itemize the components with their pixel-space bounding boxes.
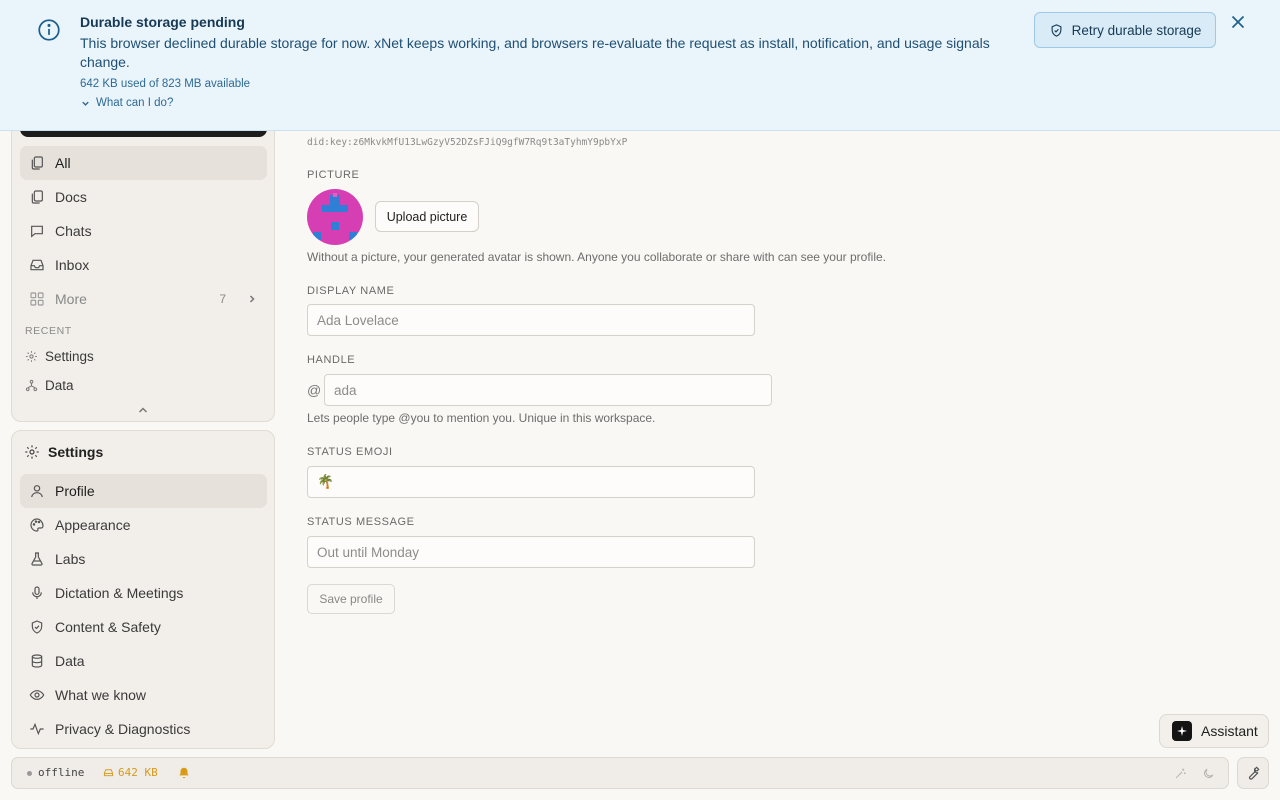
chevron-right-icon xyxy=(246,293,258,305)
status-message-label: STATUS MESSAGE xyxy=(307,516,415,528)
upload-picture-button[interactable]: Upload picture xyxy=(375,201,479,232)
shield-icon xyxy=(29,619,45,635)
moon-icon[interactable] xyxy=(1202,767,1215,780)
assistant-label: Assistant xyxy=(1201,723,1258,739)
chevron-up-icon[interactable] xyxy=(136,404,150,416)
picture-help-text: Without a picture, your generated avatar… xyxy=(307,250,886,264)
recent-item-data[interactable]: Data xyxy=(25,378,74,393)
sparkle-icon xyxy=(1172,721,1192,741)
palette-icon xyxy=(29,517,45,533)
settings-item-appearance[interactable]: Appearance xyxy=(20,508,267,542)
handle-label: HANDLE xyxy=(307,354,356,366)
storage-icon xyxy=(103,767,114,778)
settings-title: Settings xyxy=(48,444,104,460)
chevron-down-icon xyxy=(80,98,91,109)
settings-item-label: Privacy & Diagnostics xyxy=(55,721,191,737)
wrench-icon[interactable] xyxy=(1237,757,1269,789)
assistant-button[interactable]: Assistant xyxy=(1159,714,1269,748)
nav-item-more[interactable]: More 7 xyxy=(20,282,267,316)
display-name-input[interactable] xyxy=(307,304,755,336)
retry-durable-storage-label: Retry durable storage xyxy=(1071,22,1202,38)
shield-check-icon xyxy=(1049,23,1064,38)
status-bar: offline 642 KB xyxy=(11,757,1229,789)
nav-item-inbox[interactable]: Inbox xyxy=(20,248,267,282)
settings-item-content-safety[interactable]: Content & Safety xyxy=(20,610,267,644)
settings-item-label: Content & Safety xyxy=(55,619,161,635)
info-icon xyxy=(36,17,62,43)
handle-help-text: Lets people type @you to mention you. Un… xyxy=(307,411,656,425)
hierarchy-icon xyxy=(25,379,38,392)
connection-status-dot xyxy=(27,771,32,776)
handle-at-prefix: @ xyxy=(307,382,322,398)
settings-item-label: Profile xyxy=(55,483,95,499)
settings-sidebar: Settings Profile Appearance Labs Dictati… xyxy=(11,430,275,749)
banner-message: This browser declined durable storage fo… xyxy=(80,35,990,70)
settings-header: Settings xyxy=(24,444,103,460)
status-emoji-label: STATUS EMOJI xyxy=(307,446,393,458)
storage-usage-indicator[interactable]: 642 KB xyxy=(103,766,158,779)
settings-item-data[interactable]: Data xyxy=(20,644,267,678)
connection-status: offline xyxy=(38,766,85,779)
generated-avatar-pattern xyxy=(313,193,357,240)
user-icon xyxy=(29,483,45,499)
nav-item-chats[interactable]: Chats xyxy=(20,214,267,248)
settings-item-label: Dictation & Meetings xyxy=(55,585,184,601)
settings-item-label: Labs xyxy=(55,551,86,567)
banner-title: Durable storage pending xyxy=(80,14,245,30)
settings-item-label: Data xyxy=(55,653,85,669)
nav-item-docs[interactable]: Docs xyxy=(20,180,267,214)
pages-icon xyxy=(29,155,45,171)
nav-item-label: All xyxy=(55,155,71,171)
inbox-icon xyxy=(29,257,45,273)
gear-icon xyxy=(25,350,38,363)
gear-icon xyxy=(24,444,40,460)
picture-label: PICTURE xyxy=(307,169,360,181)
settings-item-label: Appearance xyxy=(55,517,131,533)
mic-icon xyxy=(29,585,45,601)
nav-item-label: Chats xyxy=(55,223,92,239)
flask-icon xyxy=(29,551,45,567)
close-icon[interactable] xyxy=(1227,11,1249,33)
magic-wand-icon[interactable] xyxy=(1174,767,1187,780)
settings-item-labs[interactable]: Labs xyxy=(20,542,267,576)
settings-item-profile[interactable]: Profile xyxy=(20,474,267,508)
recent-item-settings[interactable]: Settings xyxy=(25,349,94,364)
handle-input[interactable] xyxy=(324,374,772,406)
recent-item-label: Settings xyxy=(45,349,94,364)
recent-section-label: RECENT xyxy=(25,325,72,337)
storage-usage-text: 642 KB used of 823 MB available xyxy=(80,78,251,90)
nav-item-label: Inbox xyxy=(55,257,90,273)
chat-icon xyxy=(29,223,45,239)
durable-storage-banner: Durable storage pending This browser dec… xyxy=(0,0,1280,131)
eye-icon xyxy=(29,687,45,703)
what-can-i-do-label: What can I do? xyxy=(96,97,174,109)
recent-item-label: Data xyxy=(45,378,74,393)
more-count-badge: 7 xyxy=(219,292,226,306)
nav-item-label: Docs xyxy=(55,189,87,205)
grid-icon xyxy=(29,291,45,307)
settings-item-label: What we know xyxy=(55,687,147,703)
bell-icon[interactable] xyxy=(177,766,191,780)
nav-sidebar: All Docs Chats Inbox More 7 RECENT Setti… xyxy=(11,116,275,422)
database-icon xyxy=(29,653,45,669)
display-name-label: DISPLAY NAME xyxy=(307,285,395,297)
settings-item-privacy-diagnostics[interactable]: Privacy & Diagnostics xyxy=(20,712,267,746)
did-identifier: did:key:z6MkvkMfU13LwGzyV52DZsFJiQ9gfW7R… xyxy=(307,137,628,148)
what-can-i-do-toggle[interactable]: What can I do? xyxy=(80,97,173,109)
avatar xyxy=(307,189,363,245)
doc-icon xyxy=(29,189,45,205)
nav-item-all[interactable]: All xyxy=(20,146,267,180)
settings-item-what-we-know[interactable]: What we know xyxy=(20,678,267,712)
settings-item-dictation-meetings[interactable]: Dictation & Meetings xyxy=(20,576,267,610)
save-profile-button[interactable]: Save profile xyxy=(307,584,395,614)
status-message-input[interactable] xyxy=(307,536,755,568)
status-emoji-input[interactable] xyxy=(307,466,755,498)
storage-usage-value: 642 KB xyxy=(118,766,158,779)
retry-durable-storage-button[interactable]: Retry durable storage xyxy=(1034,12,1216,48)
nav-item-label: More xyxy=(55,291,87,307)
activity-icon xyxy=(29,721,45,737)
